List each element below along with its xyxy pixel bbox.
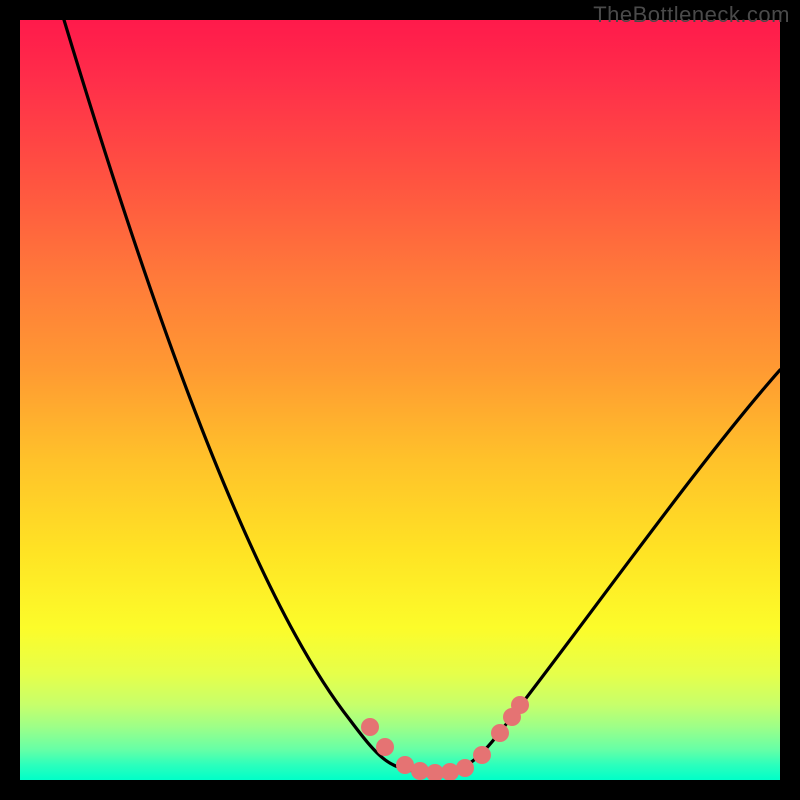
chart-canvas xyxy=(20,20,780,780)
marker-point xyxy=(361,718,379,736)
marker-point xyxy=(456,759,474,777)
curve-path xyxy=(58,20,780,772)
marker-point xyxy=(441,763,459,780)
marker-point xyxy=(376,738,394,756)
marker-point xyxy=(511,696,529,714)
marker-point xyxy=(491,724,509,742)
bottleneck-curve xyxy=(20,20,780,780)
marker-point xyxy=(473,746,491,764)
marker-group xyxy=(361,696,529,780)
